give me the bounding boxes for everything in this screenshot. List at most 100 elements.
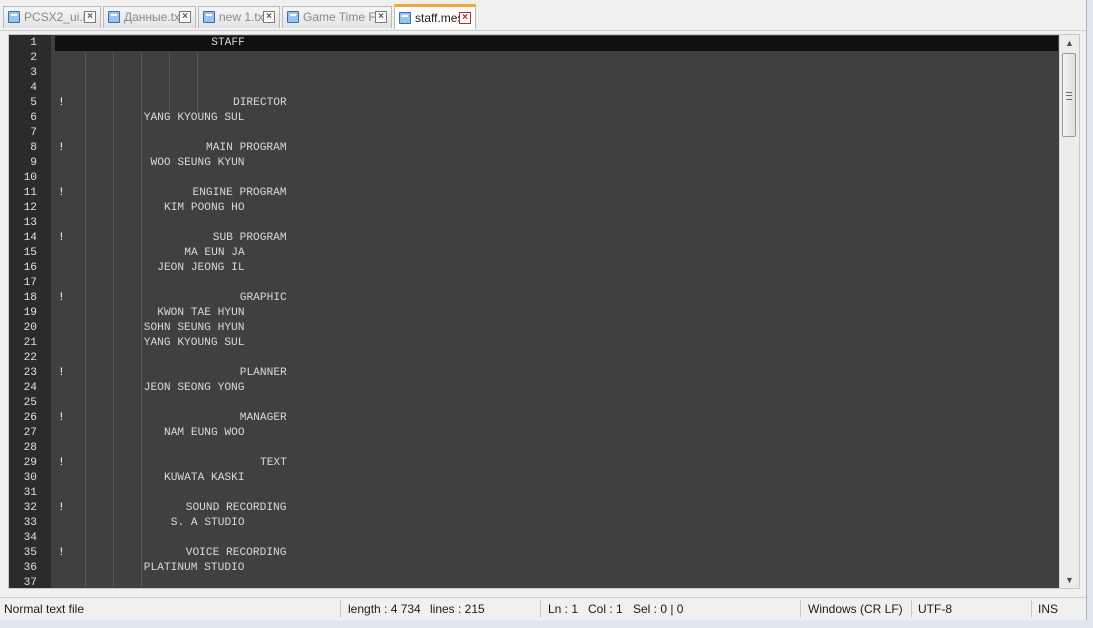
line-text: SOHN SEUNG HYUN [143, 322, 245, 334]
line-text: JEON SEONG YONG [143, 382, 245, 394]
line-number: 22 [23, 352, 37, 364]
line-text: KIM POONG HO [164, 202, 245, 214]
line-number: 6 [30, 112, 37, 124]
text-line[interactable]: 11! ENGINE PROGRAM [24, 186, 1058, 201]
text-line[interactable]: 37 [24, 576, 1058, 588]
text-line[interactable]: 20 SOHN SEUNG HYUN [24, 321, 1058, 336]
line-text: MAIN PROGRAM [206, 142, 287, 154]
text-line[interactable]: 7 [30, 126, 1058, 141]
editor-text-area[interactable]: 1 STAFF 2 3 4 5! DIRECTOR 6 YANG KYOUNG SUL 7 8! MA… [24, 35, 1058, 588]
line-text: ENGINE PROGRAM [192, 187, 287, 199]
insert-mode-label[interactable]: INS [1038, 598, 1058, 620]
line-text: NAM EUNG WOO [164, 427, 245, 439]
scroll-up-arrow-icon[interactable]: ▲ [1060, 35, 1079, 51]
close-tab-icon[interactable]: × [375, 11, 387, 23]
text-line[interactable]: 26! MANAGER [24, 411, 1058, 426]
text-line[interactable]: 6 YANG KYOUNG SUL [30, 111, 1058, 126]
text-line[interactable]: 30 KUWATA KASKI [24, 471, 1058, 486]
text-line[interactable]: 4 [30, 81, 1058, 96]
line-number: 23 [23, 367, 37, 379]
encoding-label[interactable]: UTF-8 [918, 598, 952, 620]
line-number: 13 [23, 217, 37, 229]
text-line[interactable]: 13 [24, 216, 1058, 231]
text-line[interactable]: 31 [24, 486, 1058, 501]
text-line[interactable]: 22 [24, 351, 1058, 366]
text-line[interactable]: 2 [30, 51, 1058, 66]
close-tab-icon[interactable]: × [84, 11, 96, 23]
text-line[interactable]: 34 [24, 531, 1058, 546]
line-marker: ! [58, 547, 65, 559]
text-line[interactable]: 14! SUB PROGRAM [24, 231, 1058, 246]
line-number: 36 [23, 562, 37, 574]
close-tab-icon[interactable]: × [179, 11, 191, 23]
text-line[interactable]: 3 [30, 66, 1058, 81]
text-line[interactable]: 29! TEXT [24, 456, 1058, 471]
close-tab-icon[interactable]: × [263, 11, 275, 23]
line-text: DIRECTOR [233, 97, 287, 109]
line-marker: ! [58, 142, 65, 154]
tab-game-time-file[interactable]: Game Time File × [282, 6, 392, 28]
line-text: JEON JEONG IL [157, 262, 245, 274]
text-line[interactable]: 15 MA EUN JA [24, 246, 1058, 261]
text-editor[interactable]: 1 STAFF 2 3 4 5! DIRECTOR 6 YANG KYOUNG SUL 7 8! MA… [8, 34, 1080, 589]
text-line[interactable]: 36 PLATINUM STUDIO [24, 561, 1058, 576]
tab-label: Данные.txt [124, 10, 184, 24]
text-line[interactable]: 17 [24, 276, 1058, 291]
scroll-down-arrow-icon[interactable]: ▼ [1060, 572, 1079, 588]
text-line[interactable]: 12 KIM POONG HO [24, 201, 1058, 216]
text-line[interactable]: 35! VOICE RECORDING [24, 546, 1058, 561]
text-line[interactable]: 16 JEON JEONG IL [24, 261, 1058, 276]
tab-dannye-txt[interactable]: Данные.txt × [103, 6, 196, 28]
line-text: STAFF [211, 37, 245, 49]
status-divider [540, 600, 541, 618]
text-line[interactable]: 5! DIRECTOR [30, 96, 1058, 111]
tab-staff-mes[interactable]: staff.mes × [394, 4, 476, 29]
tab-bar: PCSX2_ui.ini × Данные.txt × new 1.txt × … [0, 0, 1086, 31]
line-text: YANG KYOUNG SUL [143, 337, 245, 349]
line-number: 29 [23, 457, 37, 469]
text-line[interactable]: 8! MAIN PROGRAM [30, 141, 1058, 156]
line-number: 8 [30, 142, 37, 154]
line-marker: ! [58, 187, 65, 199]
line-marker: ! [58, 367, 65, 379]
document-icon [287, 11, 299, 23]
line-text: KUWATA KASKI [164, 472, 245, 484]
document-icon [203, 11, 215, 23]
close-tab-icon[interactable]: × [459, 12, 471, 24]
text-line[interactable]: 27 NAM EUNG WOO [24, 426, 1058, 441]
line-number: 27 [23, 427, 37, 439]
line-number: 32 [23, 502, 37, 514]
line-text: MANAGER [239, 412, 287, 424]
line-number: 14 [23, 232, 37, 244]
text-line[interactable]: 24 JEON SEONG YONG [24, 381, 1058, 396]
text-line[interactable]: 18! GRAPHIC [24, 291, 1058, 306]
scroll-thumb[interactable] [1062, 53, 1076, 137]
line-text: SOUND RECORDING [185, 502, 287, 514]
tab-label: new 1.txt [219, 10, 268, 24]
line-text: WOO SEUNG KYUN [150, 157, 245, 169]
tab-new-1-txt[interactable]: new 1.txt × [198, 6, 280, 28]
status-divider [1031, 600, 1032, 618]
line-number: 2 [30, 52, 37, 64]
text-line[interactable]: 21 YANG KYOUNG SUL [24, 336, 1058, 351]
eol-format-label[interactable]: Windows (CR LF) [808, 598, 903, 620]
current-line[interactable]: 1 STAFF [30, 36, 1058, 51]
line-text: KWON TAE HYUN [157, 307, 245, 319]
status-divider [800, 600, 801, 618]
document-icon [8, 11, 20, 23]
text-line[interactable]: 19 KWON TAE HYUN [24, 306, 1058, 321]
text-line[interactable]: 10 [24, 171, 1058, 186]
text-line[interactable]: 23! PLANNER [24, 366, 1058, 381]
selection-label: Sel : 0 | 0 [633, 602, 684, 616]
line-marker: ! [58, 232, 65, 244]
vertical-scrollbar[interactable]: ▲ ▼ [1059, 35, 1079, 588]
text-line[interactable]: 28 [24, 441, 1058, 456]
line-text: SUB PROGRAM [212, 232, 287, 244]
text-line[interactable]: 32! SOUND RECORDING [24, 501, 1058, 516]
line-number: 28 [23, 442, 37, 454]
line-marker: ! [58, 412, 65, 424]
text-line[interactable]: 25 [24, 396, 1058, 411]
text-line[interactable]: 33 S. A STUDIO [24, 516, 1058, 531]
text-line[interactable]: 9 WOO SEUNG KYUN [30, 156, 1058, 171]
tab-pcsx2-ui-ini[interactable]: PCSX2_ui.ini × [3, 6, 101, 28]
